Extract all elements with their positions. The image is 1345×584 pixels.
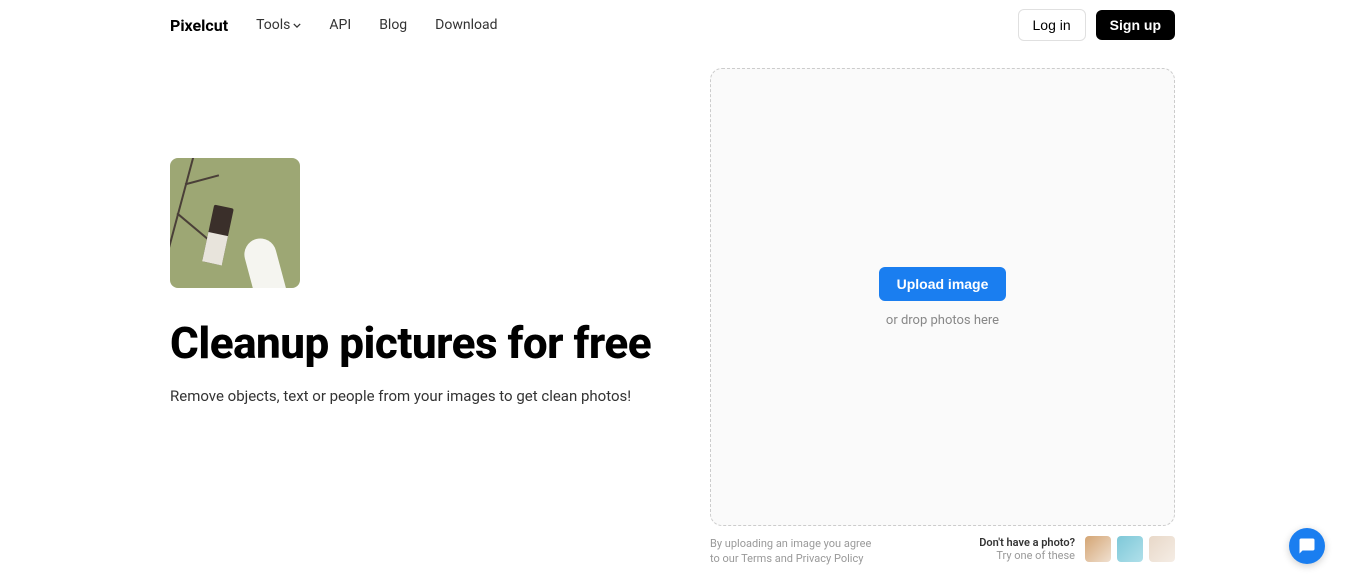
sample-images xyxy=(1085,536,1175,562)
hero-subheadline: Remove objects, text or people from your… xyxy=(170,387,660,405)
preview-image xyxy=(170,158,300,288)
signup-button[interactable]: Sign up xyxy=(1096,10,1175,40)
chat-button[interactable] xyxy=(1289,528,1325,564)
terms-line2: to our Terms and Privacy Policy xyxy=(710,551,871,566)
hero-panel: Cleanup pictures for free Remove objects… xyxy=(170,68,660,567)
privacy-link[interactable]: Privacy Policy xyxy=(796,552,864,565)
nav-blog[interactable]: Blog xyxy=(379,17,407,33)
login-button[interactable]: Log in xyxy=(1018,9,1086,41)
nav-download[interactable]: Download xyxy=(435,17,497,33)
chevron-down-icon xyxy=(293,23,301,28)
dropzone[interactable]: Upload image or drop photos here xyxy=(710,68,1175,526)
sample-text: Don't have a photo? Try one of these xyxy=(979,536,1075,562)
upload-panel: Upload image or drop photos here By uplo… xyxy=(710,68,1175,567)
sample-subtitle: Try one of these xyxy=(979,549,1075,562)
preview-tube-decoration xyxy=(241,235,287,288)
terms-link[interactable]: Terms xyxy=(741,552,772,565)
nav-tools[interactable]: Tools xyxy=(256,17,301,33)
main-content: Cleanup pictures for free Remove objects… xyxy=(0,50,1345,567)
sample-section: Don't have a photo? Try one of these xyxy=(979,536,1175,562)
preview-branch-decoration xyxy=(170,158,195,252)
upload-button[interactable]: Upload image xyxy=(879,267,1007,301)
drop-text: or drop photos here xyxy=(886,313,999,328)
hero-headline: Cleanup pictures for free xyxy=(170,318,660,369)
main-header: Pixelcut Tools API Blog Download Log in … xyxy=(0,0,1345,50)
chat-icon xyxy=(1298,537,1316,555)
sample-image-1[interactable] xyxy=(1085,536,1111,562)
preview-bottle-decoration xyxy=(202,205,234,266)
terms-text: By uploading an image you agree to our T… xyxy=(710,536,871,567)
terms-line1: By uploading an image you agree xyxy=(710,536,871,551)
header-right: Log in Sign up xyxy=(1018,9,1175,41)
header-left: Pixelcut Tools API Blog Download xyxy=(170,16,498,35)
nav-api[interactable]: API xyxy=(329,17,351,33)
logo[interactable]: Pixelcut xyxy=(170,16,228,35)
sample-title: Don't have a photo? xyxy=(979,536,1075,549)
sample-image-3[interactable] xyxy=(1149,536,1175,562)
below-dropzone: By uploading an image you agree to our T… xyxy=(710,526,1175,567)
nav-tools-label: Tools xyxy=(256,17,290,33)
sample-image-2[interactable] xyxy=(1117,536,1143,562)
nav-links: Tools API Blog Download xyxy=(256,17,497,33)
